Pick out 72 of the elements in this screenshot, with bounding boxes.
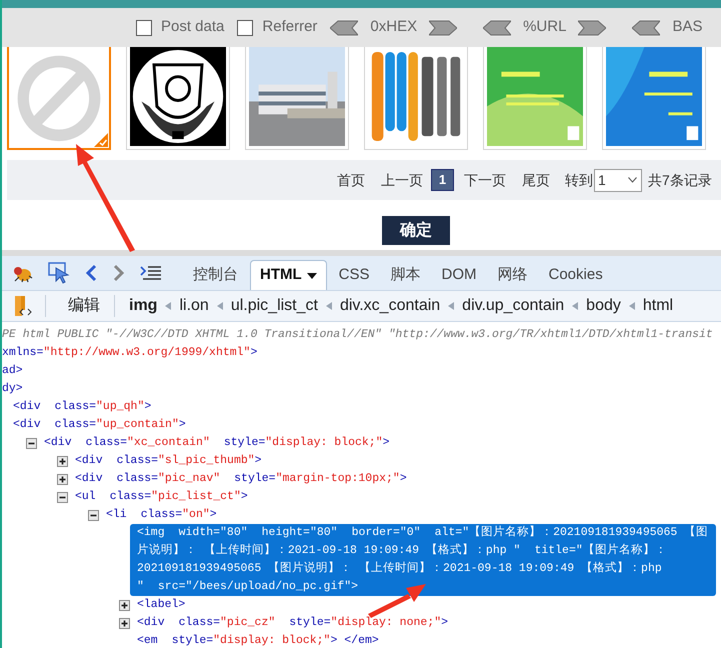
confirm-button[interactable]: 确定 xyxy=(382,216,450,245)
breadcrumb-link[interactable]: div.xc_contain xyxy=(340,294,440,318)
back-icon[interactable] xyxy=(84,264,98,282)
code-line[interactable]: <label> xyxy=(137,596,721,614)
checkbox[interactable] xyxy=(136,20,152,36)
code-line[interactable]: <div class="up_qh"> xyxy=(13,398,721,416)
expand-icon[interactable] xyxy=(57,474,68,485)
separator-icon xyxy=(165,302,172,310)
page-select[interactable]: 1 xyxy=(594,168,642,192)
separator-icon xyxy=(628,302,635,310)
forward-icon[interactable] xyxy=(112,264,126,282)
breadcrumb-link[interactable]: img xyxy=(129,294,158,318)
checkbox-label: Referrer xyxy=(262,17,318,38)
collapse-icon[interactable] xyxy=(57,492,68,503)
code-line[interactable]: <li class="on"> xyxy=(106,506,721,524)
code-line[interactable]: <div class="pic_cz" style="display: none;"> xyxy=(137,614,721,632)
devtools-tab[interactable]: 网络 xyxy=(488,260,536,290)
code-line: dy> xyxy=(2,381,24,397)
breadcrumb-link[interactable]: html xyxy=(642,294,674,318)
breadcrumb-link[interactable]: ul.pic_list_ct xyxy=(230,294,318,318)
annotation-arrow xyxy=(368,584,426,618)
chevron-down-icon xyxy=(628,177,637,183)
caret-icon xyxy=(306,272,317,278)
page-number[interactable]: 1 xyxy=(431,169,454,191)
expand-icon[interactable] xyxy=(119,600,130,611)
collapse-icon[interactable] xyxy=(88,510,99,521)
left-arrow-icon[interactable] xyxy=(483,20,512,36)
first-page-link[interactable]: 首页 xyxy=(337,170,365,190)
code-line[interactable]: <ul class="pic_list_ct"> xyxy=(75,488,721,506)
collapse-icon[interactable] xyxy=(26,438,37,449)
check-badge-icon xyxy=(94,133,108,147)
checkbox[interactable] xyxy=(237,20,254,36)
encoder-label: BAS xyxy=(672,17,702,38)
inspect-icon[interactable] xyxy=(48,262,70,284)
previous-page-link[interactable]: 上一页 xyxy=(381,170,423,190)
separator-icon xyxy=(572,302,578,310)
separator-icon xyxy=(216,302,223,310)
devtools-tab[interactable]: DOM xyxy=(432,260,486,290)
edit-button[interactable]: 编辑 xyxy=(60,294,108,318)
separator-icon xyxy=(448,302,454,310)
code-line[interactable]: <div class="up_contain"> xyxy=(13,416,721,434)
encoder-label: 0xHEX xyxy=(370,17,418,38)
code-line[interactable]: <div class="sl_pic_thumb"> xyxy=(75,452,721,470)
next-page-link[interactable]: 下一页 xyxy=(464,170,506,190)
bookmark-icon[interactable] xyxy=(13,295,33,317)
expand-icon[interactable] xyxy=(57,456,68,467)
code-line[interactable]: <div class="xc_contain" style="display: block;"> xyxy=(44,434,721,452)
left-arrow-icon[interactable] xyxy=(330,20,358,36)
goto-label: 转到 xyxy=(565,170,593,190)
command-line-icon[interactable] xyxy=(140,265,162,281)
separator-icon xyxy=(326,302,332,310)
expand-icon[interactable] xyxy=(119,618,130,629)
code-line: PE html PUBLIC "-//W3C//DTD XHTML 1.0 Transitional//EN" "http://www.w3.org/TR/xhtml1/DTD/xhtml1-transit xyxy=(2,327,714,343)
right-arrow-icon[interactable] xyxy=(429,20,458,36)
breadcrumb-link[interactable]: body xyxy=(586,294,621,318)
code-line: ad> xyxy=(2,363,24,379)
checkbox-label: Post data xyxy=(161,17,224,38)
code-line: xmlns="http://www.w3.org/1999/xhtml"> xyxy=(2,345,258,361)
code-line[interactable]: <em style="display: block;"> </em> xyxy=(137,632,721,648)
total-records: 共7条记录 xyxy=(648,170,712,190)
right-arrow-icon[interactable] xyxy=(578,20,606,36)
breadcrumb-link[interactable]: li.on xyxy=(179,294,209,318)
devtools-tab[interactable]: 脚本 xyxy=(382,260,430,290)
devtools-tab[interactable]: Cookies xyxy=(540,260,612,290)
devtools-tab[interactable]: 控制台 xyxy=(184,260,247,290)
last-page-link[interactable]: 尾页 xyxy=(522,170,550,190)
encoder-label: %URL xyxy=(523,17,566,38)
breadcrumb-link[interactable]: div.up_contain xyxy=(462,294,564,318)
left-arrow-icon[interactable] xyxy=(632,20,660,36)
devtools-tab[interactable]: HTML xyxy=(250,260,327,290)
devtools-tab[interactable]: CSS xyxy=(330,260,378,290)
code-line[interactable]: <div class="pic_nav" style="margin-top:10px;"> xyxy=(75,470,721,488)
